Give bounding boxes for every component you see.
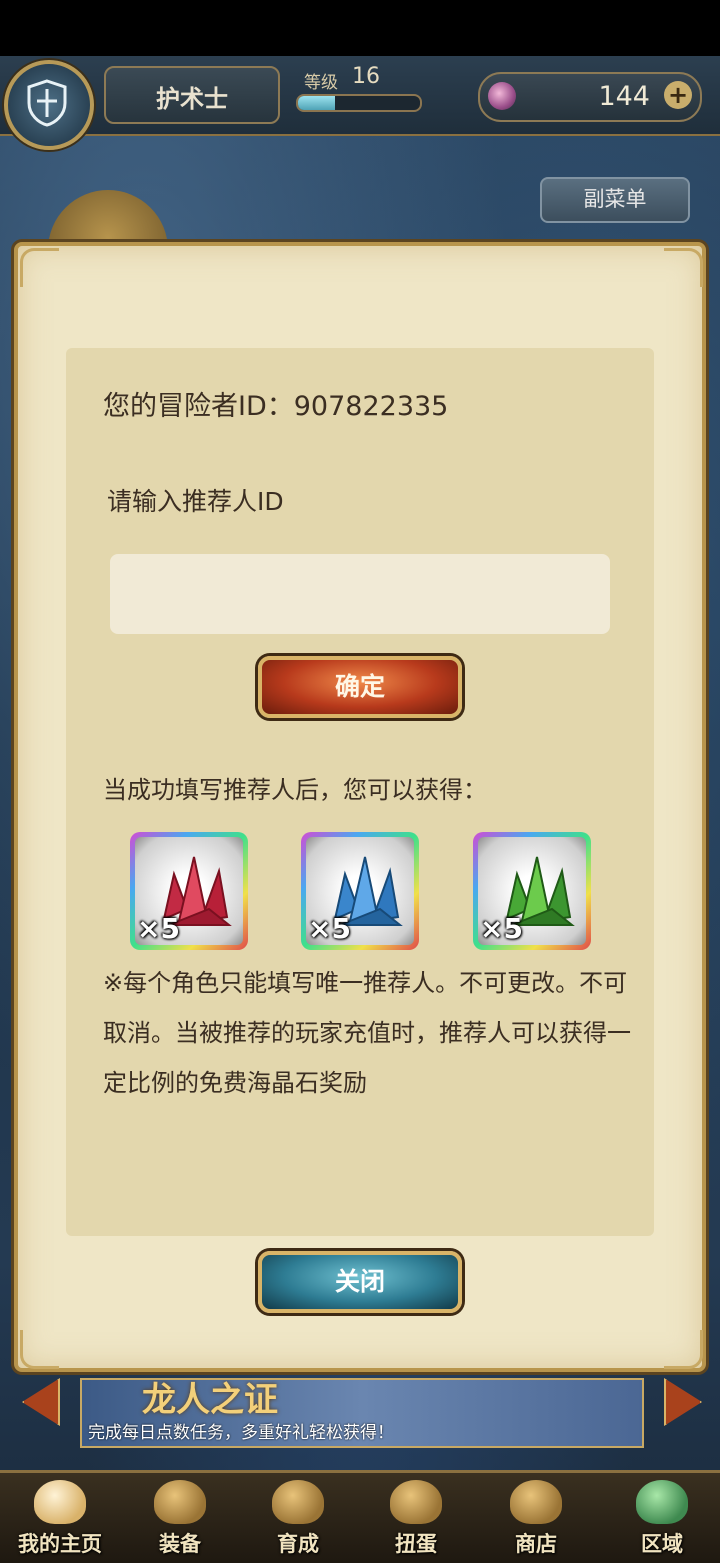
nav-training[interactable]: 育成 <box>246 1476 350 1560</box>
reward-quantity: ×5 <box>480 912 523 945</box>
nav-home[interactable]: 我的主页 <box>8 1476 112 1560</box>
confirm-button[interactable]: 确定 <box>258 656 462 718</box>
adventurer-id-text: 您的冒险者ID：907822335 <box>103 391 449 422</box>
coin-bag-icon <box>510 1480 562 1524</box>
banner-subtitle: 完成每日点数任务，多重好礼轻松获得！ <box>88 1423 394 1443</box>
referral-note: ※每个角色只能填写唯一推荐人。不可更改。不可取消。当被推荐的玩家充值时，推荐人可… <box>103 969 631 1097</box>
add-currency-button[interactable]: + <box>664 81 692 109</box>
reward-quantity: ×5 <box>308 912 351 945</box>
nav-gacha[interactable]: 扭蛋 <box>364 1476 468 1560</box>
nav-label: 商店 <box>515 1532 557 1556</box>
banner-title: 龙人之证 <box>142 1380 278 1420</box>
scroll-icon <box>34 1480 86 1524</box>
shield-menu-button[interactable] <box>4 60 94 150</box>
status-bar <box>0 0 720 56</box>
reward-item[interactable]: ×5 <box>130 832 248 950</box>
character-name-plate[interactable]: 护术士 <box>104 66 280 124</box>
level-value: 16 <box>352 64 380 89</box>
nav-label: 扭蛋 <box>395 1532 437 1556</box>
nav-label: 区域 <box>641 1532 683 1556</box>
character-name: 护术士 <box>156 85 228 113</box>
submenu-button[interactable]: 副菜单 <box>540 177 690 223</box>
nav-shop[interactable]: 商店 <box>484 1476 588 1560</box>
sword-icon <box>272 1480 324 1524</box>
event-banner[interactable]: 龙人之证 完成每日点数任务，多重好礼轻松获得！ <box>80 1378 644 1448</box>
level-progress-fill <box>298 96 335 110</box>
reward-item[interactable]: ×5 <box>473 832 591 950</box>
globe-icon <box>636 1480 688 1524</box>
gacha-icon <box>390 1480 442 1524</box>
close-button[interactable]: 关闭 <box>258 1251 462 1313</box>
referrer-id-label: 请输入推荐人ID <box>107 487 284 516</box>
reward-description: 当成功填写推荐人后，您可以获得： <box>103 776 487 804</box>
nav-zone[interactable]: 区域 <box>610 1476 714 1560</box>
corner-ornament <box>664 1330 703 1369</box>
nav-label: 育成 <box>277 1532 319 1556</box>
referrer-id-input[interactable] <box>110 554 610 634</box>
reward-quantity: ×5 <box>137 912 180 945</box>
level-progress-bar <box>296 94 422 112</box>
shield-icon <box>27 79 67 127</box>
nav-equipment[interactable]: 装备 <box>128 1476 232 1560</box>
currency-amount: 144 <box>598 81 650 112</box>
reward-item[interactable]: ×5 <box>301 832 419 950</box>
nav-label: 我的主页 <box>18 1532 102 1556</box>
corner-ornament <box>664 248 703 287</box>
corner-ornament <box>20 1330 59 1369</box>
helmet-icon <box>154 1480 206 1524</box>
corner-ornament <box>20 248 59 287</box>
level-label: 等级 <box>304 73 338 93</box>
nav-label: 装备 <box>159 1532 201 1556</box>
currency-display[interactable]: 144 + <box>478 72 702 122</box>
